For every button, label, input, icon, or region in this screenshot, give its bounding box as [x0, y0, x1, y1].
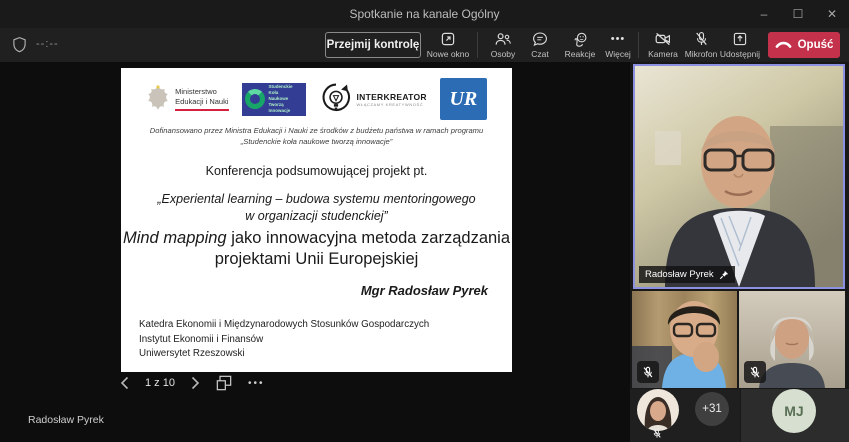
leave-button[interactable]: Opuść — [768, 32, 840, 58]
video-tile-participant-2[interactable] — [739, 291, 845, 388]
next-slide-button[interactable] — [191, 376, 200, 390]
maximize-button[interactable]: ☐ — [781, 0, 815, 28]
interkreator-text: INTERKREATOR WŁĄCZAMY KREATYWNOŚĆ — [357, 92, 427, 107]
hang-up-icon — [775, 40, 792, 50]
participant-avatar — [637, 389, 679, 431]
overflow-participants-badge[interactable]: +31 — [695, 392, 729, 426]
mic-off-icon — [749, 366, 761, 379]
shield-icon — [12, 36, 27, 53]
share-button[interactable]: Udostępnij — [708, 30, 772, 59]
main-video-name-tag: Radosław Pyrek — [639, 266, 735, 283]
previous-slide-button[interactable] — [120, 376, 129, 390]
skn-logo-text: Studenckie Koła Naukowe Tworzą Innowacje — [269, 84, 303, 113]
mic-off-icon — [642, 366, 654, 379]
lightbulb-circle-icon — [319, 81, 353, 117]
teams-meeting-window: Spotkanie na kanale Ogólny – ☐ ✕ --:-- P… — [0, 0, 849, 442]
main-video-feed — [635, 66, 843, 287]
meeting-toolbar: --:-- Przejmij kontrolę Nowe okno Osoby … — [0, 28, 849, 62]
close-button[interactable]: ✕ — [815, 0, 849, 28]
slide-pager: 1 z 10 ••• — [120, 372, 264, 394]
window-controls: – ☐ ✕ — [747, 0, 849, 28]
minimize-button[interactable]: – — [747, 0, 781, 28]
pager-more-button[interactable]: ••• — [248, 378, 265, 389]
interkreator-logo: INTERKREATOR WŁĄCZAMY KREATYWNOŚĆ — [319, 81, 427, 117]
project-quote: „Experiental learning – budowa systemu m… — [121, 191, 512, 225]
polish-eagle-icon — [146, 84, 170, 114]
slide-affiliation: Katedra Ekonomii i Międzynarodowych Stos… — [139, 318, 429, 362]
skn-logo: Studenckie Koła Naukowe Tworzą Innowacje — [242, 83, 306, 116]
more-icon: ••• — [611, 33, 626, 45]
video-tile-participant-1[interactable] — [632, 291, 737, 388]
titlebar: Spotkanie na kanale Ogólny – ☐ ✕ — [0, 0, 849, 28]
slide-logo-row: Ministerstwo Edukacji i Nauki Studenckie… — [121, 77, 512, 121]
video-tile-avatar-participant[interactable]: +31 — [630, 389, 740, 442]
avatar-participant-muted-icon — [652, 428, 662, 439]
slide-author: Mgr Radosław Pyrek — [361, 283, 488, 298]
share-icon — [708, 30, 772, 48]
video-tile-initials-participant[interactable]: MJ — [741, 389, 849, 442]
participant-1-muted-badge — [637, 361, 659, 383]
skn-ring-icon — [245, 89, 265, 109]
screen-share-stage: Ministerstwo Edukacji i Nauki Studenckie… — [0, 62, 630, 442]
ministry-logo: Ministerstwo Edukacji i Nauki — [146, 84, 228, 114]
take-control-button[interactable]: Przejmij kontrolę — [325, 32, 421, 58]
meeting-timer: --:-- — [36, 38, 59, 50]
thumbnails-button[interactable] — [216, 375, 232, 391]
presenter-name-label: Radosław Pyrek — [28, 414, 104, 426]
funding-note: Dofinansowano przez Ministra Edukacji i … — [131, 125, 502, 148]
presentation-slide: Ministerstwo Edukacji i Nauki Studenckie… — [121, 68, 512, 372]
pin-icon — [719, 270, 729, 280]
window-title: Spotkanie na kanale Ogólny — [0, 0, 849, 28]
video-panel: Radosław Pyrek — [630, 62, 849, 442]
participant-2-muted-badge — [744, 361, 766, 383]
initials-avatar: MJ — [772, 389, 816, 433]
conference-line: Konferencja podsumowującej projekt pt. — [121, 164, 512, 178]
video-tile-main[interactable]: Radosław Pyrek — [633, 64, 845, 289]
ur-logo: UR — [440, 78, 487, 120]
slide-page-count: 1 z 10 — [145, 377, 175, 389]
participants-bottom-row: +31 MJ — [630, 389, 849, 442]
ministry-logo-text: Ministerstwo Edukacji i Nauki — [175, 87, 228, 111]
slide-title: Mind mapping jako innowacyjna metoda zar… — [121, 228, 512, 269]
